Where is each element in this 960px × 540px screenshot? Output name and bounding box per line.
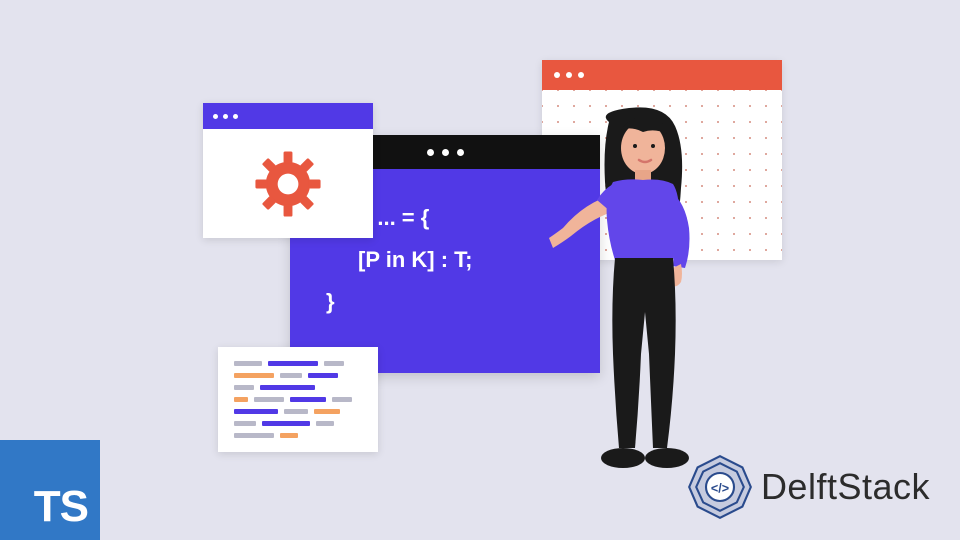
snippet-line (234, 409, 362, 414)
background-window-header (542, 60, 782, 90)
delftstack-logo: </> DelftStack (685, 452, 930, 522)
gear-icon (251, 147, 325, 221)
code-line: [P in K] : T; (326, 239, 564, 281)
window-control-dot (233, 114, 238, 119)
window-control-dot (554, 72, 560, 78)
snippet-line (234, 397, 362, 402)
snippet-window (218, 347, 378, 452)
woman-illustration (545, 102, 733, 480)
window-control-dot (213, 114, 218, 119)
snippet-line (234, 385, 362, 390)
code-line: } (326, 281, 564, 323)
gear-body (203, 129, 373, 238)
delftstack-emblem-icon: </> (685, 452, 755, 522)
snippet-line (234, 361, 362, 366)
snippet-line (234, 421, 362, 426)
svg-text:</>: </> (711, 482, 729, 496)
typescript-logo: TS (0, 440, 100, 540)
window-control-dot (223, 114, 228, 119)
typescript-logo-text: TS (34, 482, 88, 532)
window-control-dot (442, 149, 449, 156)
delftstack-logo-text: DelftStack (761, 466, 930, 508)
gear-window (203, 103, 373, 238)
gear-window-header (203, 103, 373, 129)
window-control-dot (566, 72, 572, 78)
snippet-line (234, 433, 362, 438)
window-control-dot (578, 72, 584, 78)
snippet-line (234, 373, 362, 378)
window-control-dot (457, 149, 464, 156)
window-control-dot (427, 149, 434, 156)
